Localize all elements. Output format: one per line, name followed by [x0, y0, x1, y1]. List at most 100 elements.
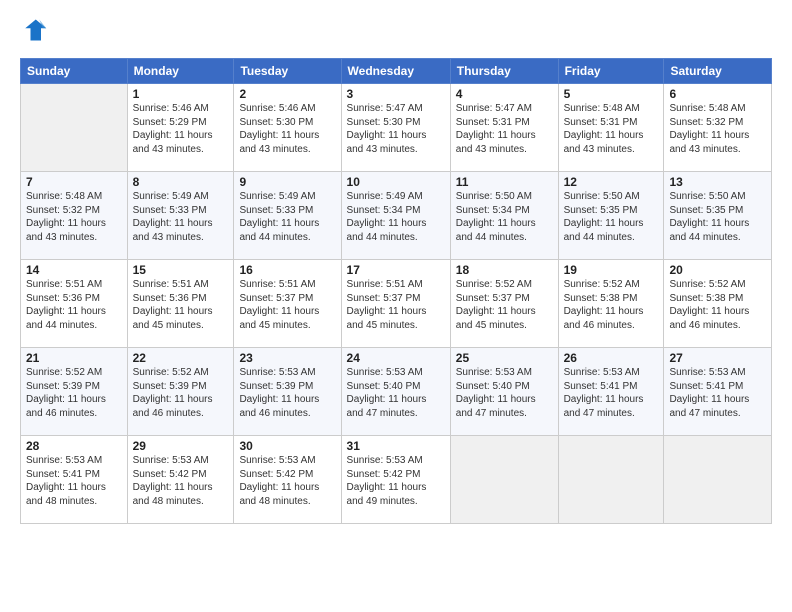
day-info: Sunrise: 5:49 AM Sunset: 5:33 PM Dayligh…: [239, 190, 335, 244]
day-info: Sunrise: 5:48 AM Sunset: 5:32 PM Dayligh…: [669, 102, 766, 156]
day-header-friday: Friday: [558, 59, 664, 84]
day-info: Sunrise: 5:47 AM Sunset: 5:31 PM Dayligh…: [456, 102, 553, 156]
day-info: Sunrise: 5:50 AM Sunset: 5:35 PM Dayligh…: [669, 190, 766, 244]
day-number: 11: [456, 175, 553, 189]
day-number: 12: [564, 175, 659, 189]
day-number: 4: [456, 87, 553, 101]
day-number: 24: [347, 351, 445, 365]
day-number: 21: [26, 351, 122, 365]
day-info: Sunrise: 5:52 AM Sunset: 5:39 PM Dayligh…: [26, 366, 122, 420]
day-info: Sunrise: 5:50 AM Sunset: 5:35 PM Dayligh…: [564, 190, 659, 244]
calendar-cell: 3Sunrise: 5:47 AM Sunset: 5:30 PM Daylig…: [341, 84, 450, 172]
page: SundayMondayTuesdayWednesdayThursdayFrid…: [0, 0, 792, 534]
calendar-cell: 23Sunrise: 5:53 AM Sunset: 5:39 PM Dayli…: [234, 348, 341, 436]
day-info: Sunrise: 5:50 AM Sunset: 5:34 PM Dayligh…: [456, 190, 553, 244]
day-info: Sunrise: 5:46 AM Sunset: 5:30 PM Dayligh…: [239, 102, 335, 156]
day-number: 20: [669, 263, 766, 277]
day-number: 23: [239, 351, 335, 365]
calendar-cell: 27Sunrise: 5:53 AM Sunset: 5:41 PM Dayli…: [664, 348, 772, 436]
day-info: Sunrise: 5:48 AM Sunset: 5:31 PM Dayligh…: [564, 102, 659, 156]
day-number: 13: [669, 175, 766, 189]
calendar-cell: 16Sunrise: 5:51 AM Sunset: 5:37 PM Dayli…: [234, 260, 341, 348]
day-info: Sunrise: 5:53 AM Sunset: 5:42 PM Dayligh…: [347, 454, 445, 508]
day-info: Sunrise: 5:53 AM Sunset: 5:40 PM Dayligh…: [347, 366, 445, 420]
calendar-cell: 28Sunrise: 5:53 AM Sunset: 5:41 PM Dayli…: [21, 436, 128, 524]
calendar-cell: 22Sunrise: 5:52 AM Sunset: 5:39 PM Dayli…: [127, 348, 234, 436]
day-info: Sunrise: 5:49 AM Sunset: 5:34 PM Dayligh…: [347, 190, 445, 244]
day-header-wednesday: Wednesday: [341, 59, 450, 84]
day-number: 27: [669, 351, 766, 365]
calendar-cell: 1Sunrise: 5:46 AM Sunset: 5:29 PM Daylig…: [127, 84, 234, 172]
calendar-cell: [664, 436, 772, 524]
day-number: 9: [239, 175, 335, 189]
day-number: 14: [26, 263, 122, 277]
day-info: Sunrise: 5:53 AM Sunset: 5:42 PM Dayligh…: [239, 454, 335, 508]
calendar-cell: [21, 84, 128, 172]
day-info: Sunrise: 5:52 AM Sunset: 5:38 PM Dayligh…: [669, 278, 766, 332]
day-info: Sunrise: 5:51 AM Sunset: 5:36 PM Dayligh…: [133, 278, 229, 332]
day-info: Sunrise: 5:51 AM Sunset: 5:36 PM Dayligh…: [26, 278, 122, 332]
calendar-cell: 15Sunrise: 5:51 AM Sunset: 5:36 PM Dayli…: [127, 260, 234, 348]
calendar-cell: 17Sunrise: 5:51 AM Sunset: 5:37 PM Dayli…: [341, 260, 450, 348]
calendar-cell: 8Sunrise: 5:49 AM Sunset: 5:33 PM Daylig…: [127, 172, 234, 260]
day-info: Sunrise: 5:52 AM Sunset: 5:38 PM Dayligh…: [564, 278, 659, 332]
day-number: 2: [239, 87, 335, 101]
day-number: 5: [564, 87, 659, 101]
header: [20, 16, 772, 46]
day-number: 28: [26, 439, 122, 453]
calendar-cell: 11Sunrise: 5:50 AM Sunset: 5:34 PM Dayli…: [450, 172, 558, 260]
calendar-cell: 20Sunrise: 5:52 AM Sunset: 5:38 PM Dayli…: [664, 260, 772, 348]
day-number: 1: [133, 87, 229, 101]
day-info: Sunrise: 5:51 AM Sunset: 5:37 PM Dayligh…: [239, 278, 335, 332]
day-info: Sunrise: 5:51 AM Sunset: 5:37 PM Dayligh…: [347, 278, 445, 332]
calendar-week-4: 21Sunrise: 5:52 AM Sunset: 5:39 PM Dayli…: [21, 348, 772, 436]
day-info: Sunrise: 5:53 AM Sunset: 5:40 PM Dayligh…: [456, 366, 553, 420]
calendar-cell: 25Sunrise: 5:53 AM Sunset: 5:40 PM Dayli…: [450, 348, 558, 436]
calendar-cell: 29Sunrise: 5:53 AM Sunset: 5:42 PM Dayli…: [127, 436, 234, 524]
logo-icon: [20, 16, 48, 44]
day-number: 18: [456, 263, 553, 277]
calendar-cell: 24Sunrise: 5:53 AM Sunset: 5:40 PM Dayli…: [341, 348, 450, 436]
calendar-cell: 9Sunrise: 5:49 AM Sunset: 5:33 PM Daylig…: [234, 172, 341, 260]
day-number: 31: [347, 439, 445, 453]
day-number: 15: [133, 263, 229, 277]
calendar-week-1: 1Sunrise: 5:46 AM Sunset: 5:29 PM Daylig…: [21, 84, 772, 172]
calendar-cell: 10Sunrise: 5:49 AM Sunset: 5:34 PM Dayli…: [341, 172, 450, 260]
calendar-cell: 2Sunrise: 5:46 AM Sunset: 5:30 PM Daylig…: [234, 84, 341, 172]
day-number: 8: [133, 175, 229, 189]
calendar-header-row: SundayMondayTuesdayWednesdayThursdayFrid…: [21, 59, 772, 84]
calendar-cell: 12Sunrise: 5:50 AM Sunset: 5:35 PM Dayli…: [558, 172, 664, 260]
day-number: 16: [239, 263, 335, 277]
logo: [20, 16, 48, 46]
day-number: 7: [26, 175, 122, 189]
day-number: 17: [347, 263, 445, 277]
calendar-cell: [450, 436, 558, 524]
day-number: 30: [239, 439, 335, 453]
day-info: Sunrise: 5:53 AM Sunset: 5:39 PM Dayligh…: [239, 366, 335, 420]
calendar-cell: 30Sunrise: 5:53 AM Sunset: 5:42 PM Dayli…: [234, 436, 341, 524]
calendar-cell: 4Sunrise: 5:47 AM Sunset: 5:31 PM Daylig…: [450, 84, 558, 172]
day-info: Sunrise: 5:46 AM Sunset: 5:29 PM Dayligh…: [133, 102, 229, 156]
day-info: Sunrise: 5:52 AM Sunset: 5:37 PM Dayligh…: [456, 278, 553, 332]
day-header-thursday: Thursday: [450, 59, 558, 84]
day-number: 6: [669, 87, 766, 101]
day-number: 26: [564, 351, 659, 365]
day-header-sunday: Sunday: [21, 59, 128, 84]
calendar-cell: 18Sunrise: 5:52 AM Sunset: 5:37 PM Dayli…: [450, 260, 558, 348]
calendar-cell: 31Sunrise: 5:53 AM Sunset: 5:42 PM Dayli…: [341, 436, 450, 524]
day-info: Sunrise: 5:52 AM Sunset: 5:39 PM Dayligh…: [133, 366, 229, 420]
day-info: Sunrise: 5:53 AM Sunset: 5:42 PM Dayligh…: [133, 454, 229, 508]
calendar-cell: 19Sunrise: 5:52 AM Sunset: 5:38 PM Dayli…: [558, 260, 664, 348]
calendar-table: SundayMondayTuesdayWednesdayThursdayFrid…: [20, 58, 772, 524]
calendar-week-5: 28Sunrise: 5:53 AM Sunset: 5:41 PM Dayli…: [21, 436, 772, 524]
calendar-cell: 14Sunrise: 5:51 AM Sunset: 5:36 PM Dayli…: [21, 260, 128, 348]
day-number: 3: [347, 87, 445, 101]
day-number: 29: [133, 439, 229, 453]
calendar-cell: 26Sunrise: 5:53 AM Sunset: 5:41 PM Dayli…: [558, 348, 664, 436]
calendar-cell: 5Sunrise: 5:48 AM Sunset: 5:31 PM Daylig…: [558, 84, 664, 172]
day-info: Sunrise: 5:49 AM Sunset: 5:33 PM Dayligh…: [133, 190, 229, 244]
calendar-cell: 6Sunrise: 5:48 AM Sunset: 5:32 PM Daylig…: [664, 84, 772, 172]
day-info: Sunrise: 5:48 AM Sunset: 5:32 PM Dayligh…: [26, 190, 122, 244]
day-info: Sunrise: 5:53 AM Sunset: 5:41 PM Dayligh…: [564, 366, 659, 420]
day-header-saturday: Saturday: [664, 59, 772, 84]
